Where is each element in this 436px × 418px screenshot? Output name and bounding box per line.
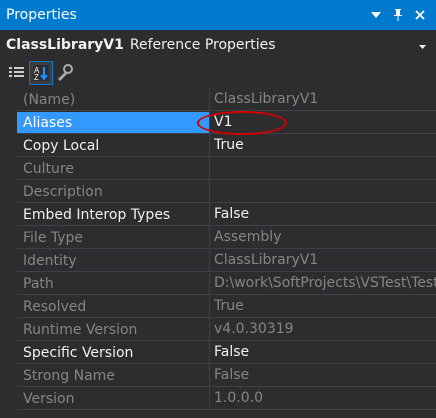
property-value[interactable]: Assembly [209, 226, 436, 249]
row-gutter [0, 364, 17, 387]
property-row[interactable]: Version 1.0.0.0 [0, 387, 436, 410]
property-name[interactable]: Strong Name [17, 365, 209, 387]
property-row[interactable]: (Name) ClassLibraryV1 [0, 88, 436, 111]
row-gutter [0, 111, 17, 134]
pin-icon[interactable] [388, 5, 408, 25]
property-value[interactable] [209, 157, 436, 180]
property-value[interactable] [209, 180, 436, 203]
property-name[interactable]: Path [17, 273, 209, 295]
row-gutter [0, 341, 17, 364]
annotation-circle [197, 111, 287, 135]
categorized-icon[interactable] [6, 62, 28, 84]
property-name[interactable]: Specific Version [17, 342, 209, 364]
property-value[interactable]: ClassLibraryV1 [209, 88, 436, 111]
property-value[interactable]: False [209, 341, 436, 364]
row-gutter [0, 318, 17, 341]
property-name[interactable]: File Type [17, 227, 209, 249]
property-row[interactable]: Strong Name False [0, 364, 436, 387]
row-gutter [0, 180, 17, 203]
property-value[interactable]: 1.0.0.0 [209, 387, 436, 410]
property-name[interactable]: Identity [17, 250, 209, 272]
row-gutter [0, 295, 17, 318]
property-row[interactable]: Embed Interop Types False [0, 203, 436, 226]
object-name: ClassLibraryV1 [6, 37, 124, 53]
property-name[interactable]: Copy Local [17, 135, 209, 157]
property-value[interactable]: False [209, 203, 436, 226]
property-name[interactable]: Resolved [17, 296, 209, 318]
property-row[interactable]: File Type Assembly [0, 226, 436, 249]
alphabetical-icon[interactable]: A Z [29, 61, 53, 85]
row-gutter [0, 157, 17, 180]
property-row[interactable]: Runtime Version v4.0.30319 [0, 318, 436, 341]
property-name[interactable]: Runtime Version [17, 319, 209, 341]
row-gutter [0, 387, 17, 410]
chevron-down-icon[interactable] [419, 37, 436, 53]
object-type: Reference Properties [129, 37, 276, 53]
row-gutter [0, 226, 17, 249]
property-value[interactable]: D:\work\SoftProjects\VSTest\Test [209, 272, 436, 295]
property-pages-icon[interactable] [54, 62, 76, 84]
object-selector[interactable]: ClassLibraryV1 Reference Properties [0, 31, 436, 59]
row-gutter [0, 203, 17, 226]
property-name[interactable]: Culture [17, 158, 209, 180]
property-grid: (Name) ClassLibraryV1 Aliases V1 Copy Local T… [0, 88, 436, 410]
property-name[interactable]: (Name) [17, 89, 209, 111]
property-row[interactable]: Path D:\work\SoftProjects\VSTest\Test [0, 272, 436, 295]
property-name[interactable]: Description [17, 181, 209, 203]
property-name[interactable]: Version [17, 388, 209, 410]
row-gutter [0, 88, 17, 111]
window-title: Properties [6, 7, 77, 23]
row-gutter [0, 134, 17, 157]
property-value[interactable]: True [209, 295, 436, 318]
property-value[interactable]: v4.0.30319 [209, 318, 436, 341]
property-name[interactable]: Aliases [17, 111, 209, 134]
close-icon[interactable] [410, 5, 430, 25]
row-gutter [0, 249, 17, 272]
row-gutter [0, 272, 17, 295]
property-row[interactable]: Description [0, 180, 436, 203]
property-row[interactable]: Copy Local True [0, 134, 436, 157]
svg-text:Z: Z [34, 73, 39, 82]
properties-title-bar: Properties [0, 0, 436, 30]
property-value[interactable]: ClassLibraryV1 [209, 249, 436, 272]
property-name[interactable]: Embed Interop Types [17, 204, 209, 226]
property-row[interactable]: Identity ClassLibraryV1 [0, 249, 436, 272]
property-row[interactable]: Culture [0, 157, 436, 180]
property-value[interactable]: True [209, 134, 436, 157]
property-row[interactable]: Resolved True [0, 295, 436, 318]
property-row[interactable]: Specific Version False [0, 341, 436, 364]
properties-toolbar: A Z [0, 60, 436, 86]
property-value[interactable]: False [209, 364, 436, 387]
dropdown-arrow-icon[interactable] [366, 5, 386, 25]
